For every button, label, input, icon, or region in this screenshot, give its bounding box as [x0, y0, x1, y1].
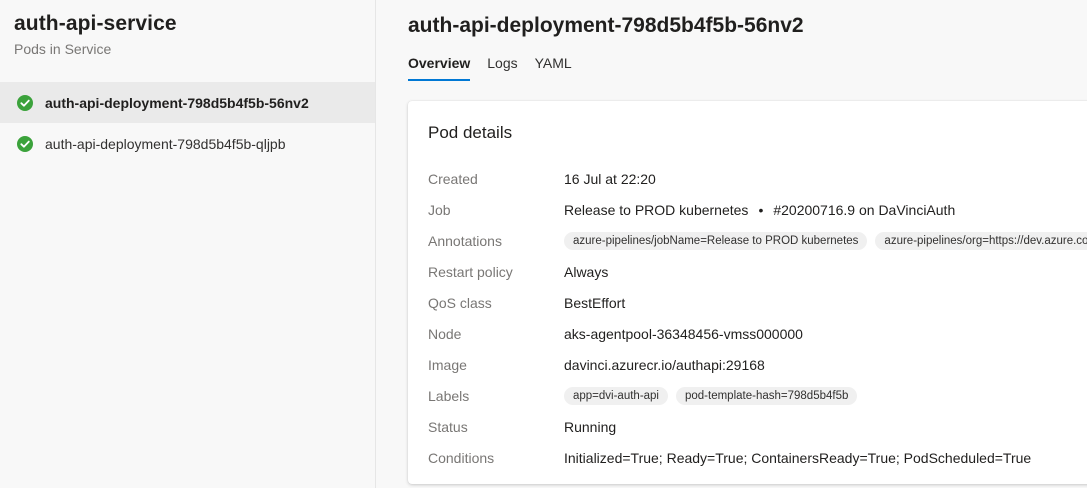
detail-value: Running: [564, 418, 617, 435]
main-panel: auth-api-deployment-798d5b4f5b-56nv2 Ove…: [376, 0, 1087, 488]
details-list: Created 16 Jul at 22:20 Job Release to P…: [428, 163, 1087, 473]
detail-row-labels: Labels app=dvi-auth-api pod-template-has…: [428, 380, 1087, 411]
pod-list: auth-api-deployment-798d5b4f5b-56nv2 aut…: [0, 82, 375, 164]
tab-bar: Overview Logs YAML: [408, 53, 589, 81]
detail-row-conditions: Conditions Initialized=True; Ready=True;…: [428, 442, 1087, 473]
detail-row-node: Node aks-agentpool-36348456-vmss000000: [428, 318, 1087, 349]
label-chip: pod-template-hash=798d5b4f5b: [676, 386, 858, 405]
pod-name: auth-api-deployment-798d5b4f5b-56nv2: [45, 94, 309, 111]
tab-logs[interactable]: Logs: [487, 53, 517, 81]
build-link[interactable]: #20200716.9 on DaVinciAuth: [773, 202, 955, 218]
tab-overview[interactable]: Overview: [408, 53, 471, 81]
detail-row-restart-policy: Restart policy Always: [428, 256, 1087, 287]
detail-value: app=dvi-auth-api pod-template-hash=798d5…: [564, 386, 865, 405]
detail-label: Status: [428, 418, 468, 435]
detail-value: azure-pipelines/jobName=Release to PROD …: [564, 231, 1087, 250]
detail-value: Always: [564, 263, 609, 280]
detail-value: davinci.azurecr.io/authapi:29168: [564, 356, 765, 373]
card-title: Pod details: [428, 123, 513, 142]
page-title: auth-api-deployment-798d5b4f5b-56nv2: [408, 14, 804, 37]
pod-list-item[interactable]: auth-api-deployment-798d5b4f5b-qljpb: [0, 123, 375, 164]
service-title: auth-api-service: [14, 12, 177, 35]
check-circle-icon: [17, 94, 33, 111]
detail-label: Conditions: [428, 449, 495, 466]
detail-row-image: Image davinci.azurecr.io/authapi:29168: [428, 349, 1087, 380]
app-root: auth-api-service Pods in Service auth-ap…: [0, 0, 1087, 488]
detail-label: Restart policy: [428, 263, 513, 280]
separator-bullet: •: [758, 201, 764, 218]
detail-label: Labels: [428, 387, 470, 404]
detail-label: Job: [428, 201, 451, 218]
annotation-chip: azure-pipelines/org=https://dev.azure.co…: [875, 231, 1087, 250]
detail-row-qos-class: QoS class BestEffort: [428, 287, 1087, 318]
detail-value: Initialized=True; Ready=True; Containers…: [564, 449, 1032, 466]
pod-list-item[interactable]: auth-api-deployment-798d5b4f5b-56nv2: [0, 82, 375, 123]
tab-yaml[interactable]: YAML: [535, 53, 572, 81]
detail-label: Annotations: [428, 232, 502, 249]
label-chip: app=dvi-auth-api: [564, 386, 668, 405]
pod-name: auth-api-deployment-798d5b4f5b-qljpb: [45, 135, 286, 152]
release-link[interactable]: Release to PROD kubernetes: [564, 202, 748, 218]
detail-row-annotations: Annotations azure-pipelines/jobName=Rele…: [428, 225, 1087, 256]
pod-details-card: Pod details Created 16 Jul at 22:20 Job …: [408, 101, 1087, 484]
sidebar: auth-api-service Pods in Service auth-ap…: [0, 0, 376, 488]
detail-value: 16 Jul at 22:20: [564, 170, 656, 187]
detail-label: Image: [428, 356, 467, 373]
detail-value: BestEffort: [564, 294, 626, 311]
detail-label: Created: [428, 170, 478, 187]
check-circle-icon: [17, 135, 33, 152]
detail-value: Release to PROD kubernetes • #20200716.9…: [564, 202, 955, 218]
detail-row-job: Job Release to PROD kubernetes • #202007…: [428, 194, 1087, 225]
detail-label: Node: [428, 325, 462, 342]
detail-label: QoS class: [428, 294, 492, 311]
service-subtitle: Pods in Service: [14, 41, 112, 57]
detail-value: aks-agentpool-36348456-vmss000000: [564, 325, 803, 342]
annotation-chip: azure-pipelines/jobName=Release to PROD …: [564, 231, 868, 250]
detail-row-status: Status Running: [428, 411, 1087, 442]
detail-row-created: Created 16 Jul at 22:20: [428, 163, 1087, 194]
